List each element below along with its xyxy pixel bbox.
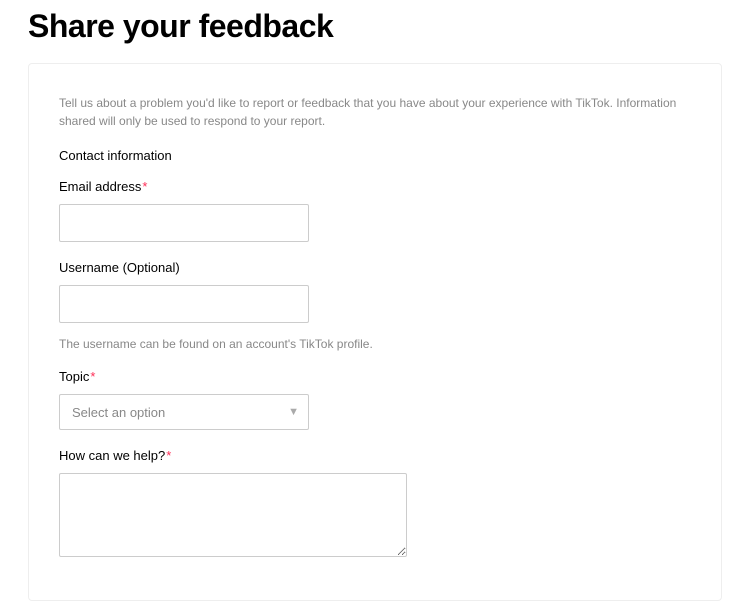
topic-select[interactable]: Select an option ▼ <box>59 394 309 430</box>
required-mark: * <box>90 369 95 384</box>
help-label-text: How can we help? <box>59 448 165 463</box>
topic-select-display: Select an option <box>59 394 309 430</box>
topic-label: Topic* <box>59 369 691 384</box>
username-field-group: Username (Optional) <box>59 260 691 323</box>
username-input[interactable] <box>59 285 309 323</box>
topic-label-text: Topic <box>59 369 89 384</box>
username-label: Username (Optional) <box>59 260 691 275</box>
help-textarea[interactable] <box>59 473 407 557</box>
email-field-group: Email address* <box>59 179 691 242</box>
email-label-text: Email address <box>59 179 141 194</box>
feedback-form-card: Tell us about a problem you'd like to re… <box>28 63 722 601</box>
help-field-group: How can we help?* <box>59 448 691 562</box>
help-label: How can we help?* <box>59 448 691 463</box>
required-mark: * <box>166 448 171 463</box>
email-input[interactable] <box>59 204 309 242</box>
email-label: Email address* <box>59 179 691 194</box>
required-mark: * <box>142 179 147 194</box>
page-title: Share your feedback <box>28 8 750 45</box>
topic-field-group: Topic* Select an option ▼ <box>59 369 691 430</box>
contact-info-header: Contact information <box>59 148 691 163</box>
intro-text: Tell us about a problem you'd like to re… <box>59 94 691 130</box>
username-hint: The username can be found on an account'… <box>59 337 691 351</box>
